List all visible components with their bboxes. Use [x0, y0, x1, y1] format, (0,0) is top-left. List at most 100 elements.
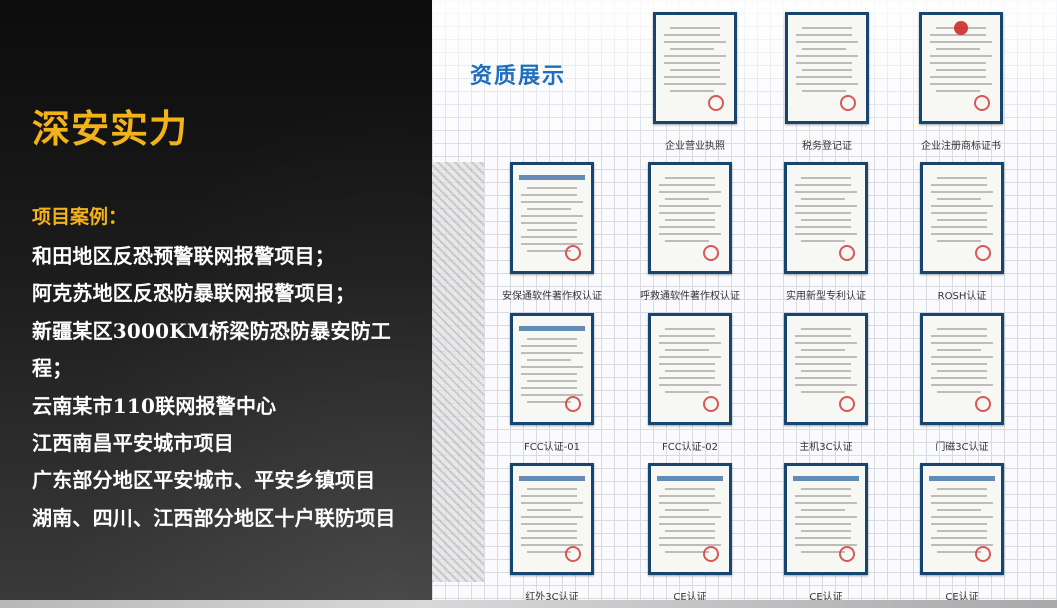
- certificate-text-line: [931, 495, 987, 497]
- certificate-text-line: [521, 345, 577, 347]
- certificate-text-line: [795, 205, 857, 207]
- certificate-text-line: [931, 233, 993, 235]
- project-case-item: 广东部分地区平安城市、平安乡镇项目: [32, 468, 376, 493]
- certificate-image[interactable]: [648, 313, 732, 425]
- certificate-text-line: [795, 363, 851, 365]
- certificate-text-line: [665, 349, 709, 351]
- certificate-text-line: [665, 509, 709, 511]
- certificate-text-line: [670, 48, 714, 50]
- certificate-text-line: [670, 69, 720, 71]
- certificate-text-line: [801, 530, 851, 532]
- certificate-document: [513, 316, 591, 422]
- certificate-image[interactable]: [920, 162, 1004, 274]
- certificate-text-line: [659, 384, 721, 386]
- certificate-document: [656, 15, 734, 121]
- certificate-text-line: [659, 516, 721, 518]
- seal-stamp-icon: [703, 396, 719, 412]
- certificate-text-line: [659, 226, 715, 228]
- certificate-document: [651, 466, 729, 572]
- certificate-text-line: [659, 342, 721, 344]
- project-case-item: 程；: [32, 356, 73, 381]
- certificate-text-line: [521, 502, 583, 504]
- seal-stamp-icon: [839, 546, 855, 562]
- certificate-text-line: [801, 198, 845, 200]
- certificate-image[interactable]: [919, 12, 1003, 124]
- certificate-image[interactable]: [784, 162, 868, 274]
- project-case-item: 阿克苏地区反恐防暴联网报警项目；: [32, 281, 356, 306]
- seal-stamp-icon: [840, 95, 856, 111]
- project-case-item: 湖南、四川、江西部分地区十户联防项目: [32, 505, 396, 530]
- certificate-text-line: [795, 184, 851, 186]
- certificate-text-line: [527, 380, 577, 382]
- certificate-image[interactable]: [653, 12, 737, 124]
- certificate-text-line: [795, 502, 857, 504]
- certificate-text-line: [801, 391, 845, 393]
- certificate-image[interactable]: [784, 313, 868, 425]
- certificate-text-line: [795, 191, 857, 193]
- certificate-text-line: [521, 201, 583, 203]
- certificate-text-line: [937, 177, 987, 179]
- certificate-text-line: [527, 338, 577, 340]
- certificate-text-line: [931, 226, 987, 228]
- certificate-text-line: [664, 83, 726, 85]
- certificate-text-line: [796, 62, 852, 64]
- certificate-text-line: [931, 516, 993, 518]
- certificate-text-line: [664, 55, 726, 57]
- page-title: 深安实力: [32, 106, 189, 151]
- certificate-text-line: [796, 76, 852, 78]
- certificate-text-line: [801, 370, 851, 372]
- certificate-image[interactable]: [510, 162, 594, 274]
- certificate-caption: 企业注册商标证书: [921, 141, 1001, 152]
- certificate-image[interactable]: [784, 463, 868, 575]
- certificate-text-line: [521, 523, 577, 525]
- certificate-text-line: [521, 495, 577, 497]
- certificate-text-line: [936, 48, 980, 50]
- certificate-text-line: [795, 212, 851, 214]
- certificate-text-line: [670, 90, 714, 92]
- certificate-document: [923, 466, 1001, 572]
- certificate-header-band: [929, 476, 995, 481]
- certificate-text-line: [937, 328, 987, 330]
- certificate-text-line: [521, 366, 583, 368]
- certificate-image[interactable]: [920, 463, 1004, 575]
- certificate-text-line: [659, 356, 721, 358]
- certificate-image[interactable]: [920, 313, 1004, 425]
- certificate-caption: 主机3C认证: [799, 442, 853, 453]
- certificate-document: [787, 466, 865, 572]
- certificate-text-line: [665, 530, 715, 532]
- certificate-text-line: [521, 222, 577, 224]
- certificate-header-band: [519, 175, 585, 180]
- left-panel: 深安实力 项目案例： 和田地区反恐预警联网报警项目； 阿克苏地区反恐防暴联网报警…: [0, 0, 432, 608]
- seal-stamp-icon: [703, 546, 719, 562]
- certificate-image[interactable]: [648, 162, 732, 274]
- certificate-text-line: [801, 240, 845, 242]
- certificate-text-line: [659, 523, 715, 525]
- certificate-text-line: [527, 359, 571, 361]
- certificate-image[interactable]: [648, 463, 732, 575]
- seal-stamp-icon: [839, 396, 855, 412]
- certificate-header-band: [793, 476, 859, 481]
- certificate-text-line: [930, 62, 986, 64]
- certificate-document: [787, 316, 865, 422]
- certificate-text-line: [802, 48, 846, 50]
- certificate-text-line: [931, 363, 987, 365]
- hatch-decoration: [432, 162, 484, 582]
- certificate-document: [788, 15, 866, 121]
- certificate-image[interactable]: [785, 12, 869, 124]
- certificate-image[interactable]: [510, 463, 594, 575]
- seal-stamp-icon: [565, 245, 581, 261]
- certificate-image[interactable]: [510, 313, 594, 425]
- certificate-text-line: [659, 184, 715, 186]
- certificate-text-line: [664, 41, 726, 43]
- certificate-text-line: [930, 55, 992, 57]
- certificate-caption: 安保通软件著作权认证: [502, 291, 602, 302]
- certificate-text-line: [937, 509, 981, 511]
- certificate-text-line: [930, 83, 992, 85]
- certificate-text-line: [659, 495, 715, 497]
- certificate-text-line: [521, 373, 577, 375]
- project-case-item: 和田地区反恐预警联网报警项目；: [32, 244, 335, 268]
- certificate-text-line: [931, 342, 993, 344]
- certificate-document: [787, 165, 865, 271]
- certificate-document: [513, 466, 591, 572]
- project-cases-label: 项目案例：: [32, 206, 128, 228]
